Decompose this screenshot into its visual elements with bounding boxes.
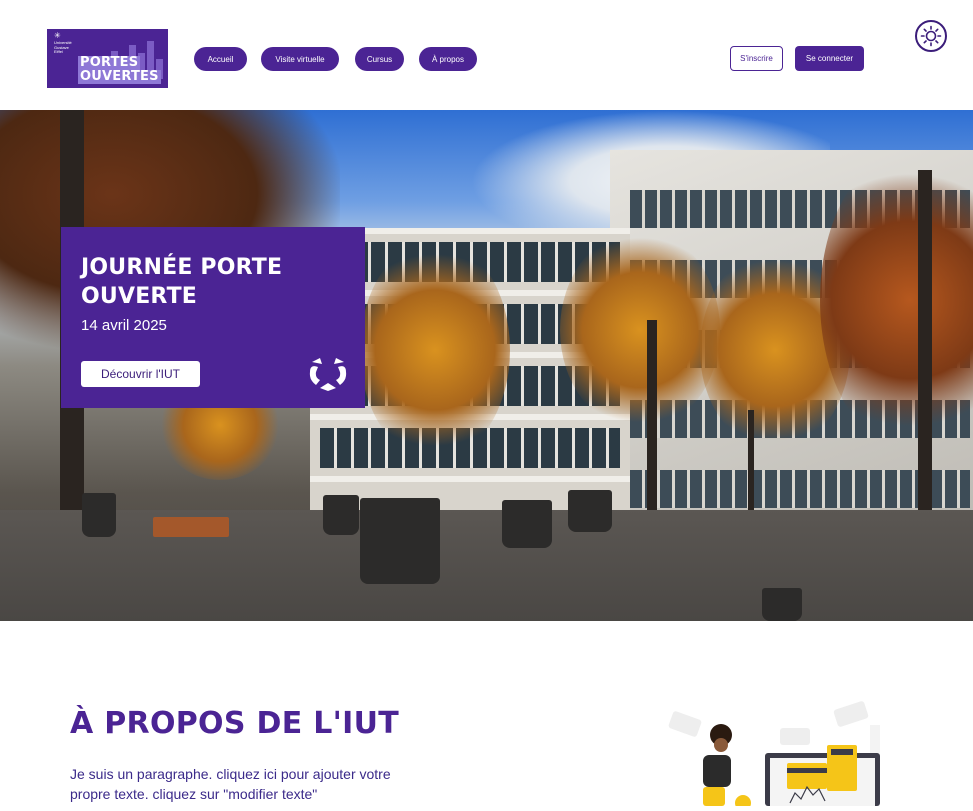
logo-university-name: Université Gustave Eiffel [54,40,72,54]
nav-cursus[interactable]: Cursus [355,47,404,71]
autumn-tree [360,240,510,460]
nav-visite-virtuelle[interactable]: Visite virtuelle [261,47,339,71]
nav-a-propos[interactable]: À propos [419,47,477,71]
theme-toggle-button[interactable] [915,20,947,52]
about-title: À PROPOS DE L'IUT [70,706,400,741]
campus-plaza [0,510,973,621]
planter [323,495,359,535]
about-paragraph: Je suis un paragraphe. cliquez ici pour … [70,766,391,802]
planter [360,498,440,584]
planter [568,490,612,532]
login-button[interactable]: Se connecter [795,46,864,71]
university-mark-icon: ✳ [54,31,61,40]
planter [502,500,552,548]
sun-icon [920,25,942,47]
nav-accueil[interactable]: Accueil [194,47,247,71]
planter [82,493,116,537]
trash-bin [762,588,802,621]
portes-ouvertes-logo[interactable]: ✳ Université Gustave Eiffel PORTES OUVER… [47,29,168,88]
signup-button[interactable]: S'inscrire [730,46,783,71]
wooden-bench [153,517,229,537]
university-emblem-icon [306,350,350,394]
finance-illustration [645,695,900,811]
site-header: ✳ Université Gustave Eiffel PORTES OUVER… [0,0,973,110]
logo-line-1: PORTES [78,55,141,70]
hero-date: 14 avril 2025 [81,317,167,334]
logo-line-2: OUVERTES [78,69,161,84]
discover-iut-button[interactable]: Découvrir l'IUT [81,361,200,387]
autumn-tree [560,230,720,430]
hero-title: JOURNÉE PORTE OUVERTE [81,255,283,309]
